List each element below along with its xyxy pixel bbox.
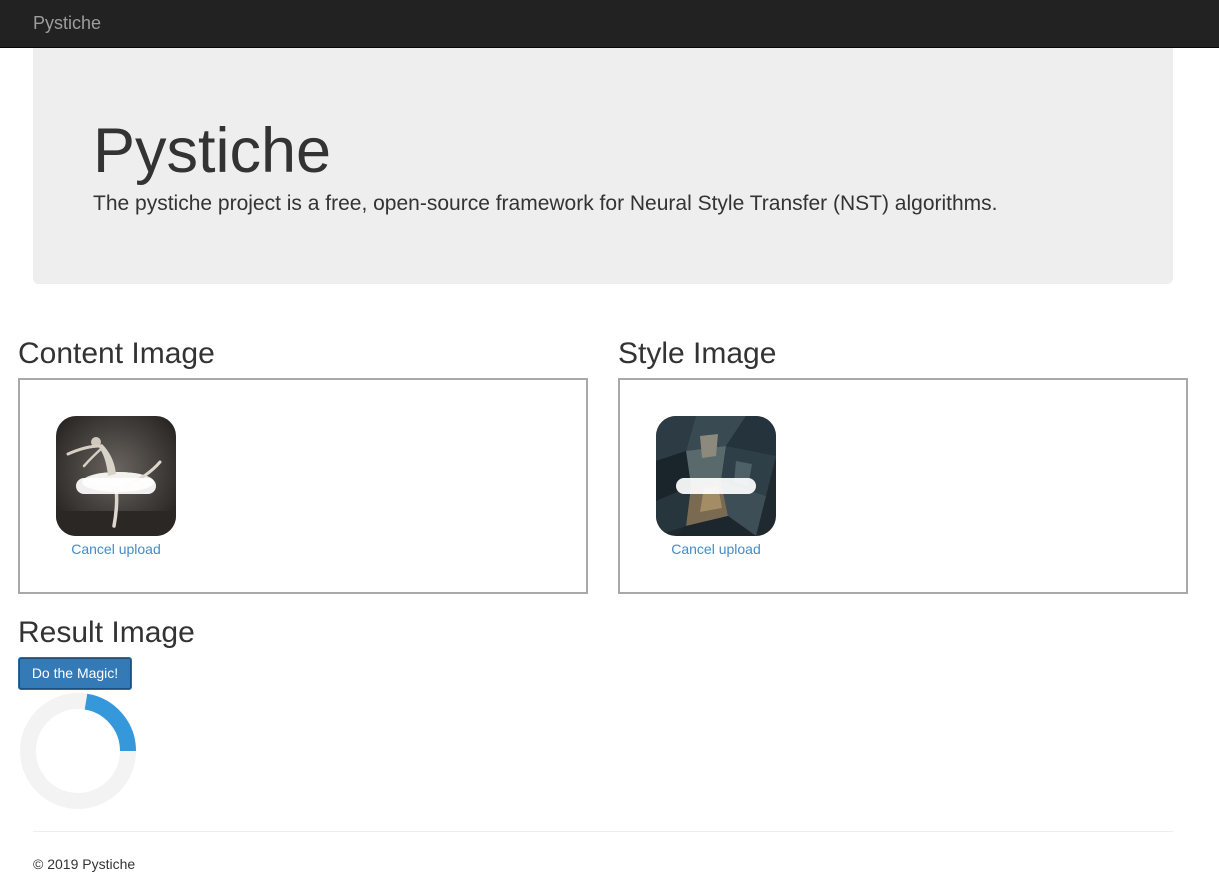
- style-cancel-upload-link[interactable]: Cancel upload: [656, 540, 776, 558]
- content-image-heading: Content Image: [18, 337, 215, 370]
- content-image-dropzone[interactable]: Cancel upload: [18, 378, 588, 594]
- style-image-dropzone[interactable]: Cancel upload: [618, 378, 1188, 594]
- page-title: Pystiche: [93, 116, 332, 186]
- jumbotron: Pystiche The pystiche project is a free,…: [33, 48, 1173, 284]
- do-the-magic-button[interactable]: Do the Magic!: [18, 657, 132, 690]
- style-image-thumbnail: [656, 416, 776, 536]
- top-navbar: Pystiche: [0, 0, 1219, 48]
- content-image-thumbnail: [56, 416, 176, 536]
- style-image-heading: Style Image: [618, 337, 777, 370]
- upload-progress-bar: [76, 478, 156, 494]
- upload-progress-bar: [676, 478, 756, 494]
- cubist-painting-icon: [656, 416, 776, 536]
- ballerina-photo-icon: [56, 416, 176, 536]
- footer-copyright: © 2019 Pystiche: [33, 856, 136, 872]
- result-image-heading: Result Image: [18, 616, 195, 649]
- loading-spinner-icon: [20, 693, 137, 809]
- footer-divider: [33, 831, 1173, 832]
- content-cancel-upload-link[interactable]: Cancel upload: [56, 540, 176, 558]
- navbar-brand[interactable]: Pystiche: [33, 13, 101, 33]
- page-description: The pystiche project is a free, open-sou…: [93, 192, 998, 215]
